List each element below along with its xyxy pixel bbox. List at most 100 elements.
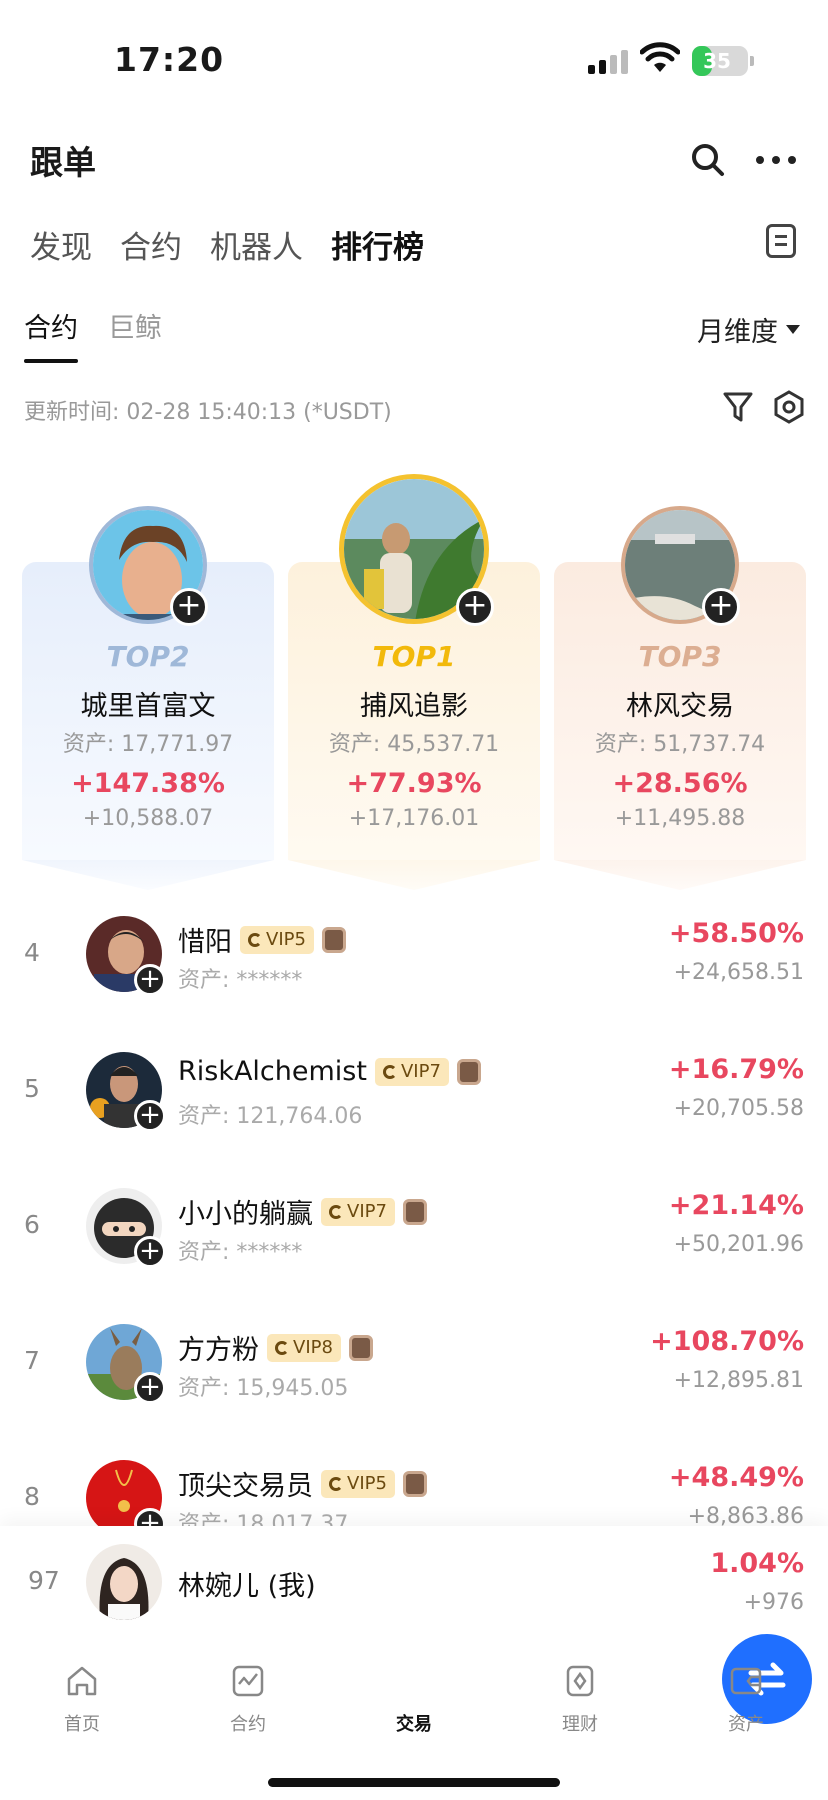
caret-down-icon: [786, 325, 800, 334]
vip-icon: [329, 1204, 343, 1219]
tab-contract[interactable]: 合约: [120, 222, 182, 267]
name-line: 小小的躺赢 VIP7: [178, 1192, 427, 1231]
name-line: RiskAlchemist VIP7: [178, 1056, 481, 1087]
trader-return: +16.79%: [668, 1054, 804, 1085]
nav-trade[interactable]: 交易: [354, 1634, 812, 1736]
trader-return: +108.70%: [650, 1326, 804, 1357]
vip-badge: VIP7: [374, 1057, 449, 1086]
list-item[interactable]: 5 + RiskAlchemist VIP7 资产: 121,764.06 +1…: [0, 1040, 828, 1150]
nav-finance[interactable]: 理财: [520, 1664, 640, 1736]
trader-pnl: +20,705.58: [673, 1096, 804, 1121]
document-icon[interactable]: [766, 224, 796, 258]
trader-assets: 资产: 51,737.74: [594, 732, 766, 757]
trader-name: 林风交易: [626, 691, 734, 722]
nav-contract[interactable]: 合约: [188, 1664, 308, 1736]
sub-tabs: 合约 巨鲸: [24, 306, 162, 363]
more-icon[interactable]: [756, 142, 796, 178]
follow-button[interactable]: +: [134, 1372, 166, 1404]
nav-assets[interactable]: 资产: [686, 1664, 806, 1736]
rank-number: 97: [28, 1566, 60, 1595]
rank-number: 5: [24, 1074, 40, 1103]
rank-label: TOP2: [106, 640, 190, 673]
nav-label: 首页: [64, 1714, 100, 1735]
subtab-whale[interactable]: 巨鲸: [108, 306, 162, 363]
nav-label: 合约: [230, 1714, 266, 1735]
medal-icon: [321, 926, 346, 953]
medal-icon: [402, 1198, 427, 1225]
settings-icon[interactable]: [772, 390, 806, 424]
follow-button[interactable]: +: [702, 588, 740, 626]
rank-number: 4: [24, 938, 40, 967]
trader-name: RiskAlchemist: [178, 1056, 367, 1087]
period-select-label: 月维度: [697, 317, 778, 348]
rank-number: 7: [24, 1346, 40, 1375]
trader-return: +58.50%: [668, 918, 804, 949]
trader-return: +21.14%: [668, 1190, 804, 1221]
medal-icon: [456, 1058, 481, 1085]
trader-name: 惜阳: [178, 927, 232, 958]
wallet-icon: [730, 1667, 762, 1695]
name-line: 惜阳 VIP5: [178, 920, 346, 959]
trader-pnl: +976: [743, 1590, 804, 1615]
podium-top1[interactable]: + TOP1 捕风追影 资产: 45,537.71 +77.93% +17,17…: [288, 470, 540, 860]
vip-label: VIP7: [347, 1201, 387, 1222]
period-select[interactable]: 月维度: [697, 310, 800, 349]
battery-level: 35: [703, 49, 731, 73]
search-icon[interactable]: [690, 142, 726, 178]
vip-label: VIP5: [347, 1473, 387, 1494]
follow-button[interactable]: +: [134, 1100, 166, 1132]
trader-return: +48.49%: [668, 1462, 804, 1493]
trader-return: 1.04%: [710, 1548, 804, 1579]
podium-top2[interactable]: + TOP2 城里首富文 资产: 17,771.97 +147.38% +10,…: [22, 470, 274, 860]
trader-assets: 资产: 17,771.97: [62, 732, 234, 757]
follow-button[interactable]: +: [456, 588, 494, 626]
signal-icon: [588, 48, 630, 74]
update-time: 更新时间: 02-28 15:40:13 (*USDT): [24, 400, 392, 425]
tab-robot[interactable]: 机器人: [210, 222, 303, 267]
trader-name: 林婉儿 (我): [178, 1571, 316, 1602]
podium-top3[interactable]: + TOP3 林风交易 资产: 51,737.74 +28.56% +11,49…: [554, 470, 806, 860]
chart-icon: [232, 1665, 264, 1697]
filter-icon[interactable]: [722, 390, 754, 424]
follow-button[interactable]: +: [134, 1236, 166, 1268]
trader-assets: 资产: 121,764.06: [178, 1104, 363, 1129]
vip-label: VIP8: [293, 1337, 333, 1358]
trader-pnl: +50,201.96: [673, 1232, 804, 1257]
tab-discover[interactable]: 发现: [30, 222, 92, 267]
trader-return: +28.56%: [612, 768, 748, 799]
nav-home[interactable]: 首页: [22, 1664, 142, 1736]
trader-name: 城里首富文: [80, 691, 216, 722]
status-bar: 17:20 35: [0, 0, 828, 110]
vip-label: VIP5: [266, 929, 306, 950]
home-icon: [67, 1666, 97, 1696]
follow-button[interactable]: +: [170, 588, 208, 626]
home-indicator: [268, 1778, 560, 1787]
nav-label: 交易: [396, 1714, 432, 1735]
vip-badge: VIP8: [267, 1333, 341, 1362]
follow-button[interactable]: +: [134, 964, 166, 996]
trader-name: 顶尖交易员: [178, 1471, 313, 1502]
nav-label: 资产: [728, 1714, 764, 1735]
trader-return: +77.93%: [346, 768, 482, 799]
trader-return: +147.38%: [71, 768, 225, 799]
vip-badge: VIP5: [321, 1469, 395, 1498]
vip-icon: [382, 1064, 397, 1079]
list-item[interactable]: 6 + 小小的躺赢 VIP7 资产: ****** +21.14% +50,20…: [0, 1176, 828, 1286]
vip-icon: [329, 1476, 343, 1491]
page-title: 跟单: [30, 143, 96, 182]
list-item[interactable]: 7 + 方方粉 VIP8 资产: 15,945.05 +108.70% +12,…: [0, 1312, 828, 1422]
avatar[interactable]: [86, 1544, 162, 1620]
tab-leaderboard[interactable]: 排行榜: [331, 222, 424, 267]
my-rank-row[interactable]: 97 林婉儿 (我) 1.04% +976: [0, 1526, 828, 1640]
medal-icon: [402, 1470, 427, 1497]
rank-number: 8: [24, 1482, 40, 1511]
trader-pnl: +10,588.07: [82, 806, 214, 831]
name-line: 方方粉 VIP8: [178, 1328, 373, 1367]
trader-assets: 资产: 15,945.05: [178, 1376, 349, 1401]
vip-badge: VIP5: [240, 925, 314, 954]
vip-icon: [248, 932, 262, 947]
subtab-contract[interactable]: 合约: [24, 306, 78, 363]
list-item[interactable]: 4 + 惜阳 VIP5 资产: ****** +58.50% +24,658.5…: [0, 904, 828, 1014]
trader-pnl: +17,176.01: [348, 806, 480, 831]
vip-label: VIP7: [400, 1061, 441, 1082]
